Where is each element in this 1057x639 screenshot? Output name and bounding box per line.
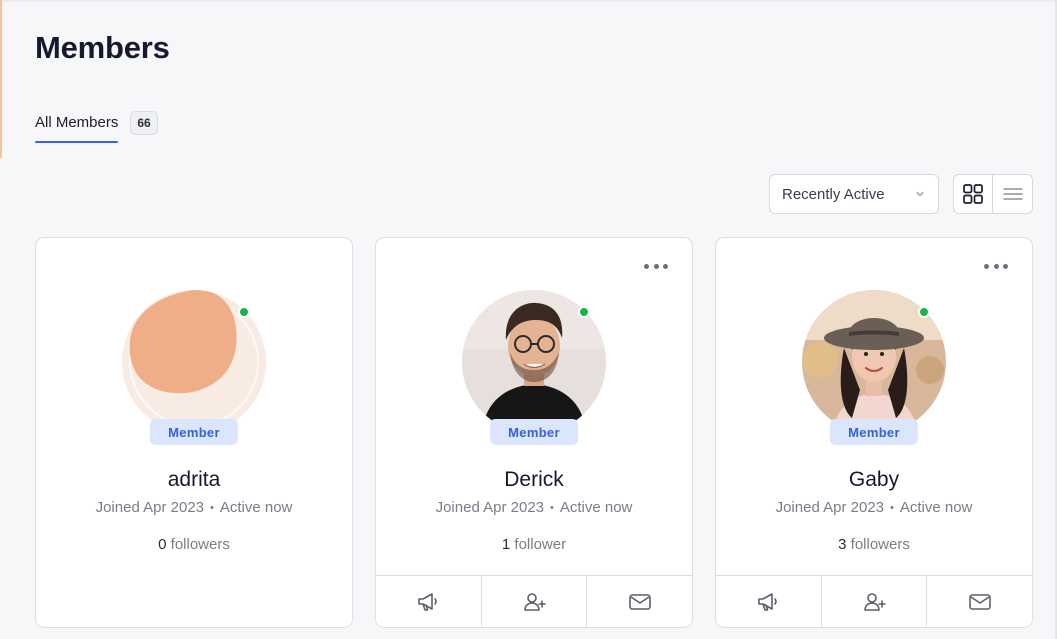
- activity-status: Active now: [899, 499, 973, 516]
- joined-date: Joined Apr 2023: [95, 499, 204, 516]
- followers-label: followers: [850, 536, 910, 553]
- list-view-button[interactable]: [993, 175, 1032, 213]
- online-status-dot: [578, 306, 590, 318]
- member-tabs: All Members 66: [35, 110, 158, 143]
- role-badge: Member: [490, 419, 578, 445]
- followers-number: 1: [501, 536, 511, 553]
- followers-label: follower: [514, 536, 567, 553]
- mail-icon: [628, 593, 651, 610]
- followers-count: 3 followers: [716, 536, 1032, 553]
- member-card[interactable]: Member adrita Joined Apr 2023 • Active now…: [35, 237, 353, 628]
- sort-dropdown-value: Recently Active: [782, 185, 885, 203]
- more-options-icon[interactable]: [984, 258, 1008, 274]
- megaphone-icon: [758, 592, 778, 611]
- view-toggle: [953, 174, 1033, 214]
- member-meta: Joined Apr 2023 • Active now: [376, 499, 692, 516]
- dot-separator: •: [210, 502, 214, 514]
- more-options-icon[interactable]: [644, 258, 668, 274]
- role-badge: Member: [150, 419, 238, 445]
- window-left-accent: [0, 0, 2, 158]
- card-actions: [716, 575, 1032, 627]
- activity-status: Active now: [219, 499, 293, 516]
- avatar-container: [122, 290, 266, 434]
- online-status-dot: [918, 306, 930, 318]
- followers-count: 1 follower: [376, 536, 692, 553]
- online-status-dot: [238, 306, 250, 318]
- connect-button[interactable]: [822, 576, 928, 627]
- list-view-icon: [1002, 188, 1023, 200]
- member-card[interactable]: Member Derick Joined Apr 2023 • Active now…: [375, 237, 693, 628]
- followers-number: 0: [158, 536, 167, 553]
- send-update-button[interactable]: [376, 576, 482, 627]
- connect-button[interactable]: [482, 576, 588, 627]
- tab-all-members[interactable]: All Members: [35, 114, 119, 143]
- member-name[interactable]: Gaby: [716, 468, 1032, 492]
- add-friend-icon: [864, 592, 886, 611]
- page-title: Members: [35, 30, 170, 65]
- chevron-down-icon: [916, 191, 924, 197]
- grid-view-button[interactable]: [954, 175, 994, 213]
- add-friend-icon: [524, 592, 546, 611]
- member-name[interactable]: Derick: [376, 468, 692, 492]
- role-badge: Member: [830, 419, 918, 445]
- avatar-container: [802, 290, 946, 434]
- megaphone-icon: [418, 592, 438, 611]
- window-top-border: [0, 0, 1057, 2]
- followers-number: 3: [838, 536, 847, 553]
- member-card[interactable]: Member Gaby Joined Apr 2023 • Active now 3…: [715, 237, 1033, 628]
- avatar-container: [462, 290, 606, 434]
- joined-date: Joined Apr 2023: [775, 499, 884, 516]
- message-button[interactable]: [927, 576, 1032, 627]
- followers-count: 0 followers: [36, 536, 352, 553]
- followers-label: followers: [170, 536, 230, 553]
- dot-separator: •: [890, 502, 894, 514]
- member-meta: Joined Apr 2023 • Active now: [36, 499, 352, 516]
- member-name[interactable]: adrita: [36, 468, 352, 492]
- send-update-button[interactable]: [716, 576, 822, 627]
- dot-separator: •: [550, 502, 554, 514]
- card-actions: [376, 575, 692, 627]
- mail-icon: [968, 593, 991, 610]
- activity-status: Active now: [559, 499, 633, 516]
- sort-dropdown[interactable]: Recently Active: [769, 174, 939, 214]
- joined-date: Joined Apr 2023: [435, 499, 544, 516]
- tab-all-members-label: All Members: [35, 114, 119, 131]
- message-button[interactable]: [587, 576, 692, 627]
- grid-view-icon: [963, 184, 983, 204]
- member-meta: Joined Apr 2023 • Active now: [716, 499, 1032, 516]
- members-count-badge: 66: [130, 110, 158, 135]
